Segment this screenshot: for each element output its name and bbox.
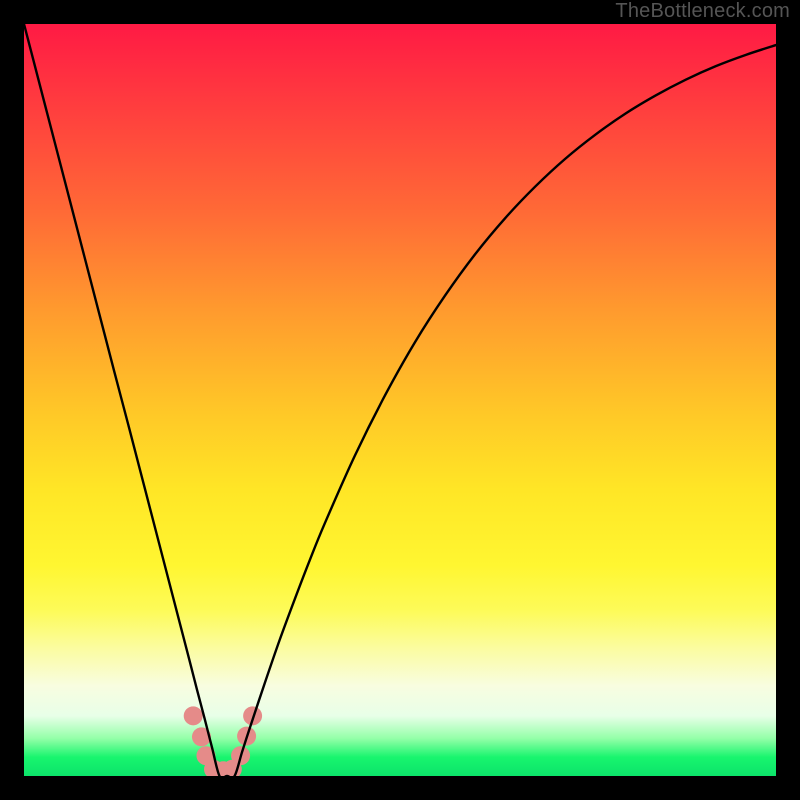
plot-area <box>24 24 776 776</box>
watermark-text: TheBottleneck.com <box>615 0 790 23</box>
bottleneck-curve <box>24 24 776 776</box>
chart-frame: TheBottleneck.com <box>0 0 800 800</box>
marker-layer <box>184 706 262 776</box>
marker-dot <box>184 706 203 725</box>
chart-svg <box>24 24 776 776</box>
